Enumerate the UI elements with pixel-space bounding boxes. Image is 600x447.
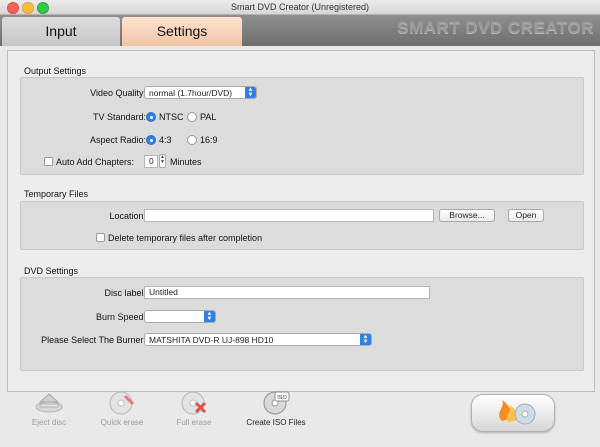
tab-bar: Input Settings SMART DVD CREATOR bbox=[0, 15, 600, 46]
output-settings-title: Output Settings bbox=[24, 66, 87, 76]
eject-disc-label: Eject disc bbox=[31, 418, 67, 427]
minimize-window-button[interactable] bbox=[22, 2, 34, 14]
burn-button[interactable] bbox=[471, 394, 555, 432]
auto-chapters-label: Auto Add Chapters: bbox=[56, 157, 135, 167]
video-quality-select[interactable]: normal (1.7hour/DVD) ▲ ▼ bbox=[144, 86, 257, 99]
burner-value: MATSHITA DVD-R UJ-898 HD10 bbox=[149, 335, 274, 345]
browse-button[interactable]: Browse... bbox=[439, 209, 495, 222]
auto-chapters-checkbox[interactable] bbox=[44, 157, 53, 166]
aspect-169-radio[interactable] bbox=[187, 135, 197, 145]
disc-label-label: Disc label: bbox=[104, 288, 146, 298]
chapters-stepper[interactable]: ▲ ▼ bbox=[159, 154, 166, 168]
chevron-updown-icon: ▲ ▼ bbox=[360, 334, 371, 345]
aspect-169-label: 16:9 bbox=[200, 135, 218, 145]
ntsc-label: NTSC bbox=[159, 112, 184, 122]
window-titlebar: Smart DVD Creator (Unregistered) bbox=[0, 0, 600, 15]
chevron-updown-icon: ▲ ▼ bbox=[245, 87, 256, 98]
pal-radio[interactable] bbox=[187, 112, 197, 122]
iso-disc-icon: ISO bbox=[263, 391, 290, 415]
burn-speed-select[interactable]: ▲ ▼ bbox=[144, 310, 216, 323]
quick-erase-icon bbox=[109, 391, 135, 415]
dvd-settings-group: Disc label: Untitled Burn Speed: ▲ ▼ Plea… bbox=[20, 277, 584, 371]
create-iso-button[interactable]: ISO Create ISO Files bbox=[240, 390, 312, 427]
pal-label: PAL bbox=[200, 112, 217, 122]
chapters-minutes-input[interactable]: 0 bbox=[144, 155, 158, 168]
minutes-label: Minutes bbox=[170, 157, 202, 167]
delete-temp-checkbox[interactable] bbox=[96, 233, 105, 242]
video-quality-label: Video Quality: bbox=[90, 88, 146, 98]
temporary-files-title: Temporary Files bbox=[24, 189, 89, 199]
aspect-43-radio[interactable] bbox=[146, 135, 156, 145]
tab-settings[interactable]: Settings bbox=[122, 17, 242, 46]
create-iso-label: Create ISO Files bbox=[246, 418, 306, 427]
iso-badge-text: ISO bbox=[277, 395, 287, 401]
aspect-ratio-label: Aspect Radio: bbox=[89, 135, 146, 145]
burn-disc-icon bbox=[499, 400, 536, 425]
quick-erase-button[interactable]: Quick erase bbox=[92, 390, 152, 427]
burn-speed-label: Burn Speed: bbox=[95, 312, 146, 322]
close-window-button[interactable] bbox=[7, 2, 19, 14]
chevron-updown-icon: ▲ ▼ bbox=[204, 311, 215, 322]
delete-temp-label: Delete temporary files after completion bbox=[108, 233, 263, 243]
tv-standard-label: TV Standard: bbox=[92, 112, 146, 122]
open-button[interactable]: Open bbox=[508, 209, 544, 222]
window-title: Smart DVD Creator (Unregistered) bbox=[230, 2, 370, 12]
eject-icon bbox=[35, 393, 63, 413]
temporary-files-group: Location: Browse... Open Delete temporar… bbox=[20, 201, 584, 250]
disc-label-input[interactable]: Untitled bbox=[144, 286, 430, 299]
maximize-window-button[interactable] bbox=[37, 2, 49, 14]
dvd-settings-title: DVD Settings bbox=[24, 266, 79, 276]
settings-panel: Output Settings Video Quality: normal (1… bbox=[7, 50, 595, 392]
tab-input[interactable]: Input bbox=[2, 17, 120, 46]
burner-select[interactable]: MATSHITA DVD-R UJ-898 HD10 ▲ ▼ bbox=[144, 333, 372, 346]
aspect-43-label: 4:3 bbox=[159, 135, 172, 145]
output-settings-group: Video Quality: normal (1.7hour/DVD) ▲ ▼ T… bbox=[20, 77, 584, 175]
brand-logo: SMART DVD CREATOR bbox=[397, 18, 594, 37]
quick-erase-label: Quick erase bbox=[100, 418, 144, 427]
location-label: Location: bbox=[109, 211, 146, 221]
full-erase-label: Full erase bbox=[176, 418, 212, 427]
full-erase-icon bbox=[181, 391, 207, 415]
eject-disc-button[interactable]: Eject disc bbox=[19, 390, 79, 427]
video-quality-value: normal (1.7hour/DVD) bbox=[149, 88, 233, 98]
full-erase-button[interactable]: Full erase bbox=[164, 390, 224, 427]
burner-label: Please Select The Burner: bbox=[41, 335, 146, 345]
location-input[interactable] bbox=[144, 209, 434, 222]
ntsc-radio[interactable] bbox=[146, 112, 156, 122]
